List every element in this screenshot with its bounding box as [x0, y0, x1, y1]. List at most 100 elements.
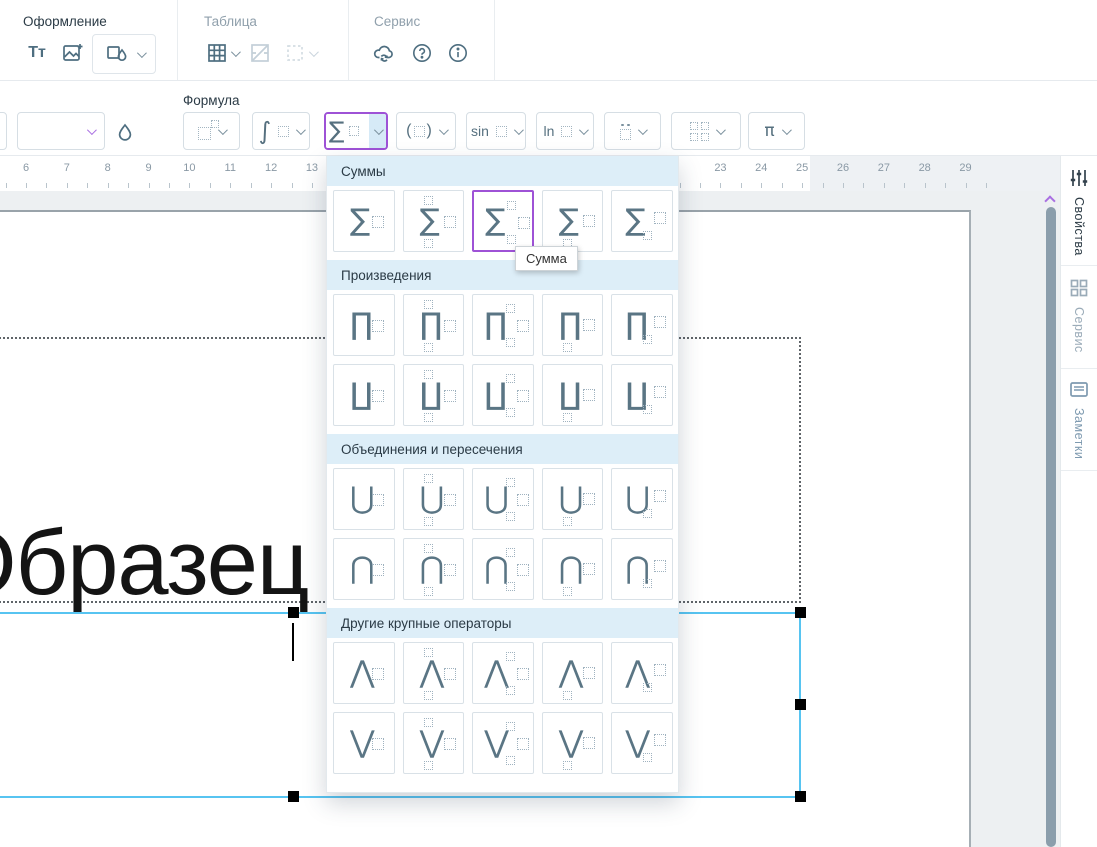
operator-tile-plain[interactable]: ∐ — [333, 364, 395, 426]
scroll-up-arrow-icon[interactable] — [1044, 195, 1055, 206]
operator-tile-limits-above-below[interactable]: ∐ — [403, 364, 465, 426]
style-dropdown[interactable] — [17, 112, 105, 150]
ink-color-button[interactable] — [112, 120, 138, 146]
operator-tile-limits-above-below[interactable]: ∑ — [403, 190, 465, 252]
subscript-placeholder-icon — [506, 338, 515, 347]
clipped-button[interactable] — [0, 112, 7, 150]
operator-tile-limit-below[interactable]: ∑ — [542, 190, 604, 252]
accent-button[interactable] — [604, 112, 661, 150]
operator-tile-plain[interactable]: ⋀ — [333, 642, 395, 704]
operator-tile-plain[interactable]: ⋂ — [333, 538, 395, 600]
chevron-down-icon — [715, 125, 725, 135]
script-template-button[interactable] — [183, 112, 240, 150]
sum-icon: ∑ — [329, 118, 345, 144]
integral-button[interactable]: ∫ — [252, 112, 310, 150]
tab-notes[interactable]: Заметки — [1061, 369, 1097, 471]
ruler-tick — [863, 183, 864, 188]
text-style-button[interactable]: Tт — [24, 40, 50, 66]
operator-tile-limits-above-below[interactable]: ∏ — [403, 294, 465, 356]
insert-image-button[interactable] — [60, 40, 86, 66]
ruler-tick — [108, 183, 109, 188]
operator-tile-limits-sup-sub[interactable]: ∑ — [472, 190, 534, 252]
insert-table-button[interactable] — [202, 40, 242, 66]
operator-tile-limits-sup-sub[interactable]: ∏ — [472, 294, 534, 356]
tab-notes-label: Заметки — [1072, 408, 1086, 459]
cloud-sync-icon — [372, 41, 396, 65]
help-button[interactable] — [409, 40, 435, 66]
tab-properties[interactable]: Свойства — [1061, 156, 1097, 266]
operator-tile-limits-sup-sub[interactable]: ⋂ — [472, 538, 534, 600]
chevron-down-icon — [218, 125, 228, 135]
operator-tile-limits-above-below[interactable]: ⋀ — [403, 642, 465, 704]
operator-tile-plain[interactable]: ⋃ — [333, 468, 395, 530]
operator-tile-plain[interactable]: ∏ — [333, 294, 395, 356]
vertical-scrollbar-thumb[interactable] — [1046, 207, 1056, 847]
symbol-button[interactable]: π — [748, 112, 805, 150]
operator-tile-limits-above-below[interactable]: ⋁ — [403, 712, 465, 774]
operand-placeholder-icon — [654, 734, 666, 746]
operator-tile-plain[interactable]: ⋁ — [333, 712, 395, 774]
operator-glyph: ∑ — [350, 206, 370, 236]
operator-tile-limit-sub[interactable]: ∑ — [611, 190, 673, 252]
operator-tile-limits-sup-sub[interactable]: ∐ — [472, 364, 534, 426]
diacritic-icon — [620, 129, 631, 140]
resize-handle-bottom-right[interactable] — [795, 791, 806, 802]
operator-tile-limit-below[interactable]: ⋃ — [542, 468, 604, 530]
operator-tile-limits-above-below[interactable]: ⋃ — [403, 468, 465, 530]
section-label-decoration: Оформление — [23, 14, 107, 29]
operator-tile-limit-sub[interactable]: ∐ — [611, 364, 673, 426]
operator-tile-limit-sub[interactable]: ∏ — [611, 294, 673, 356]
operator-tile-limit-below[interactable]: ∏ — [542, 294, 604, 356]
cell-selection-button[interactable] — [280, 40, 320, 66]
operator-tile-limit-sub[interactable]: ⋂ — [611, 538, 673, 600]
logarithm-button[interactable]: ln — [536, 112, 594, 150]
subscript-placeholder-icon — [506, 408, 515, 417]
ruler-tick — [720, 183, 721, 188]
superscript-placeholder-icon — [506, 652, 515, 661]
operator-tile-limits-sup-sub[interactable]: ⋃ — [472, 468, 534, 530]
matrix-button[interactable] — [671, 112, 741, 150]
operator-tile-row: ⋃⋃⋃⋃⋃ — [327, 468, 678, 530]
operator-tile-limit-sub[interactable]: ⋃ — [611, 468, 673, 530]
operator-tile-limit-below[interactable]: ∐ — [542, 364, 604, 426]
resize-handle-top-center[interactable] — [288, 607, 299, 618]
resize-handle-middle-right[interactable] — [795, 699, 806, 710]
split-cells-button[interactable] — [247, 40, 273, 66]
operator-tile-plain[interactable]: ∑ — [333, 190, 395, 252]
ruler-number: 12 — [265, 162, 277, 174]
panel-section-title: Объединения и пересечения — [327, 434, 678, 464]
chevron-down-icon — [296, 125, 306, 135]
operator-tile-limit-below[interactable]: ⋂ — [542, 538, 604, 600]
operator-tile-limit-sub[interactable]: ⋁ — [611, 712, 673, 774]
panel-section-title: Суммы — [327, 156, 678, 186]
operator-tile-limit-below[interactable]: ⋁ — [542, 712, 604, 774]
bracket-button[interactable]: ( ) — [396, 112, 456, 150]
operator-tile-limits-sup-sub[interactable]: ⋁ — [472, 712, 534, 774]
resize-handle-top-right[interactable] — [795, 607, 806, 618]
chevron-down-icon — [374, 125, 384, 135]
large-operator-button[interactable]: ∑ — [324, 112, 388, 150]
large-operator-dropdown-arrow[interactable] — [369, 114, 386, 148]
ruler-tick — [945, 183, 946, 188]
bracket-open: ( — [406, 122, 411, 140]
shape-style-button[interactable] — [92, 34, 156, 74]
operator-glyph: ∑ — [559, 206, 579, 236]
function-button[interactable]: sin — [466, 112, 526, 150]
operand-placeholder-icon — [654, 560, 666, 572]
sync-button[interactable] — [371, 40, 397, 66]
ruler-tick — [87, 183, 88, 188]
ruler-number: 10 — [183, 162, 195, 174]
info-button[interactable] — [445, 40, 471, 66]
sliders-icon — [1069, 168, 1089, 188]
operator-tile-limits-sup-sub[interactable]: ⋀ — [472, 642, 534, 704]
resize-handle-bottom-center[interactable] — [288, 791, 299, 802]
tab-service[interactable]: Сервис — [1061, 266, 1097, 369]
operator-tile-limit-below[interactable]: ⋀ — [542, 642, 604, 704]
ruler-tick — [210, 183, 211, 188]
operator-tile-limit-sub[interactable]: ⋀ — [611, 642, 673, 704]
chevron-down-icon — [136, 48, 146, 58]
operator-glyph: ⋂ — [559, 554, 584, 584]
operand-placeholder-icon — [517, 564, 529, 576]
ruler-tick — [700, 183, 701, 188]
operator-tile-limits-above-below[interactable]: ⋂ — [403, 538, 465, 600]
